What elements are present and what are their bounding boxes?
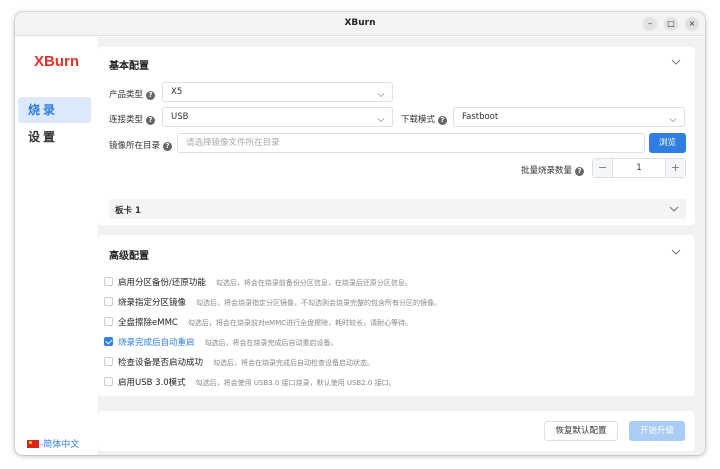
maximize-button[interactable]: □ [664, 17, 678, 31]
help-icon[interactable]: ? [146, 116, 156, 125]
window-title: XBurn [344, 18, 376, 28]
checkbox[interactable] [104, 317, 113, 326]
minimize-button[interactable]: – [643, 17, 657, 31]
image-dir-label: 镜像所在目录? [109, 139, 173, 151]
china-flag-icon [27, 440, 39, 448]
help-icon[interactable]: ? [163, 142, 173, 151]
checkbox[interactable] [104, 277, 113, 286]
checkbox[interactable] [104, 357, 113, 366]
product-type-label: 产品类型? [109, 88, 156, 100]
chevron-down-icon [377, 88, 385, 106]
connect-type-label: 连接类型? [109, 113, 156, 125]
decrement-button[interactable]: − [593, 159, 613, 177]
checkbox-checked[interactable] [104, 337, 113, 346]
basic-config-title: 基本配置 [109, 61, 149, 72]
image-dir-input[interactable]: 请选择镜像文件所在目录 [177, 133, 645, 153]
product-type-select[interactable]: X5 [162, 82, 393, 102]
option-auto-reboot[interactable]: 烧录完成后自动重启 勾选后，将会在烧录完成后自动重启设备。 [104, 336, 338, 350]
sidebar: XBurn 烧录 设置 -简体中文 [15, 37, 98, 455]
chevron-up-icon[interactable] [671, 57, 681, 67]
sidebar-item-burn[interactable]: 烧录 [18, 97, 91, 123]
help-icon[interactable]: ? [146, 91, 156, 100]
app-window: XBurn – □ × XBurn 烧录 设置 -简体中文 基本配置 产品类型?… [15, 12, 705, 455]
connect-type-select[interactable]: USB [162, 107, 393, 127]
option-specific-partition[interactable]: 烧录指定分区镜像 勾选后，将会烧录指定分区镜像，不勾选则会烧录完整的包含所有分区的… [104, 296, 441, 310]
option-usb3-mode[interactable]: 启用USB 3.0模式 勾选后，将会使用 USB3.0 接口烧录，默认使用 USB… [104, 376, 396, 390]
chevron-down-icon [377, 113, 385, 131]
option-partition-backup[interactable]: 启用分区备份/还原功能 勾选后，将会在烧录前备份分区信息，在烧录后还原分区信息。 [104, 276, 412, 290]
advanced-config-card: 高级配置 启用分区备份/还原功能 勾选后，将会在烧录前备份分区信息，在烧录后还原分… [98, 235, 695, 396]
board-1-header[interactable]: 板卡 1 [109, 199, 686, 219]
help-icon[interactable]: ? [575, 167, 585, 176]
increment-button[interactable]: + [665, 159, 685, 177]
checkbox[interactable] [104, 377, 113, 386]
language-label: -简体中文 [40, 440, 80, 450]
close-button[interactable]: × [685, 17, 699, 31]
basic-config-card: 基本配置 产品类型? X5 连接类型? USB 下载模式? Fastboot 镜… [98, 47, 695, 225]
help-icon[interactable]: ? [438, 116, 448, 125]
chevron-down-icon[interactable] [671, 247, 681, 257]
footer-bar: 恢复默认配置 开始升级 [98, 411, 695, 451]
start-upgrade-button[interactable]: 开始升级 [629, 421, 685, 441]
download-mode-select[interactable]: Fastboot [453, 107, 685, 127]
sidebar-item-settings[interactable]: 设置 [18, 124, 91, 150]
reset-defaults-button[interactable]: 恢复默认配置 [544, 421, 618, 441]
batch-count-label: 批量烧录数量? [521, 164, 585, 176]
option-erase-emmc[interactable]: 全盘擦除eMMC 勾选后，将会在烧录前对eMMC进行全盘擦除，耗时较长，请耐心等待… [104, 316, 412, 330]
batch-count-value[interactable]: 1 [613, 159, 665, 177]
board-1-label: 板卡 1 [115, 206, 141, 216]
chevron-down-icon [669, 113, 677, 131]
batch-count-stepper[interactable]: − 1 + [592, 158, 686, 178]
title-bar[interactable]: XBurn – □ × [15, 12, 705, 36]
app-logo: XBurn [34, 53, 79, 70]
browse-button[interactable]: 浏览 [649, 133, 686, 153]
download-mode-label: 下载模式? [401, 113, 448, 125]
main-content: 基本配置 产品类型? X5 连接类型? USB 下载模式? Fastboot 镜… [98, 37, 705, 455]
advanced-config-title: 高级配置 [109, 251, 149, 262]
option-check-boot[interactable]: 检查设备是否启动成功 勾选后，将会在烧录完成后自动检查设备启动状态。 [104, 356, 374, 370]
chevron-down-icon[interactable] [669, 204, 679, 214]
checkbox[interactable] [104, 297, 113, 306]
language-switcher[interactable]: -简体中文 [27, 437, 79, 450]
